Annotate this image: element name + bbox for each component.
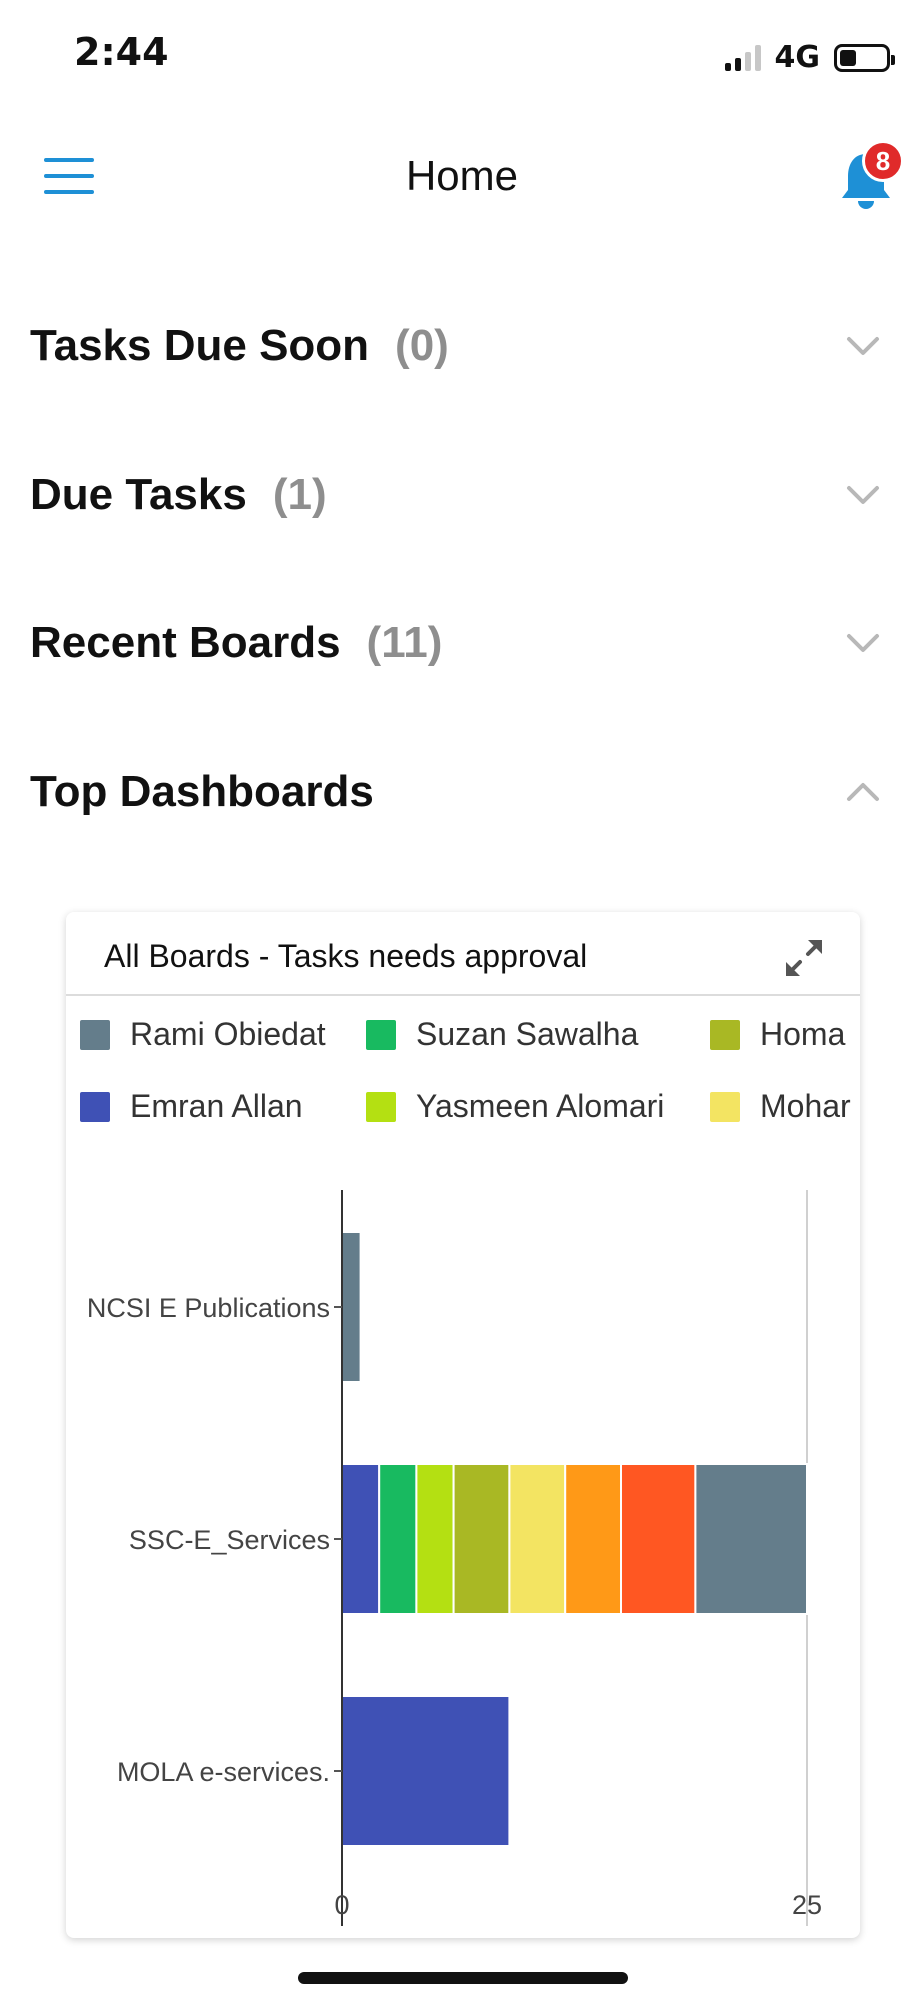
section-due-tasks[interactable]: Due Tasks (1) <box>30 455 894 535</box>
section-top-dashboards[interactable]: Top Dashboards <box>30 752 894 832</box>
chevron-down-icon <box>847 486 879 504</box>
notification-badge: 8 <box>862 140 904 182</box>
bar-segment[interactable] <box>452 1463 511 1615</box>
status-time: 2:44 <box>74 30 169 74</box>
section-title: Recent Boards <box>30 618 341 667</box>
status-indicators: 4G <box>724 40 895 75</box>
battery-icon <box>834 43 895 72</box>
bar-chart: NCSI E Publications SSC-E_Services MOLA e-… <box>66 912 860 1938</box>
x-tick-label: 25 <box>792 1890 822 1920</box>
bar-segment[interactable] <box>694 1463 809 1615</box>
bar-segment[interactable] <box>341 1231 362 1383</box>
signal-icon <box>724 44 761 71</box>
dashboard-card: All Boards - Tasks needs approval Rami O… <box>66 912 860 1938</box>
y-tick-label: MOLA e-services. <box>117 1757 330 1787</box>
bar-segment[interactable] <box>415 1463 455 1615</box>
section-title: Top Dashboards <box>30 767 374 816</box>
x-tick-label: 0 <box>334 1890 349 1920</box>
section-recent-boards[interactable]: Recent Boards (11) <box>30 603 894 683</box>
chevron-down-icon <box>847 634 879 652</box>
bar-segment[interactable] <box>564 1463 623 1615</box>
section-count: (1) <box>272 470 327 519</box>
page-title: Home <box>405 152 519 199</box>
bar-segment[interactable] <box>378 1463 418 1615</box>
network-label: 4G <box>774 40 821 75</box>
bar-segment[interactable] <box>341 1695 511 1847</box>
home-indicator <box>298 1972 628 1984</box>
section-count: (0) <box>395 321 449 370</box>
section-count: (11) <box>366 618 443 667</box>
bar-segment[interactable] <box>341 1463 381 1615</box>
bar-chart-svg: NCSI E Publications SSC-E_Services MOLA e-… <box>87 1190 822 1926</box>
chevron-up-icon <box>847 783 879 801</box>
section-title: Due Tasks <box>30 470 247 519</box>
section-tasks-due-soon[interactable]: Tasks Due Soon (0) <box>30 306 894 386</box>
y-tick-label: SSC-E_Services <box>129 1525 330 1555</box>
section-title: Tasks Due Soon <box>30 321 370 370</box>
y-tick-label: NCSI E Publications <box>87 1293 330 1323</box>
bar-segment[interactable] <box>508 1463 567 1615</box>
chevron-down-icon <box>847 337 879 355</box>
bar-segment[interactable] <box>620 1463 697 1615</box>
